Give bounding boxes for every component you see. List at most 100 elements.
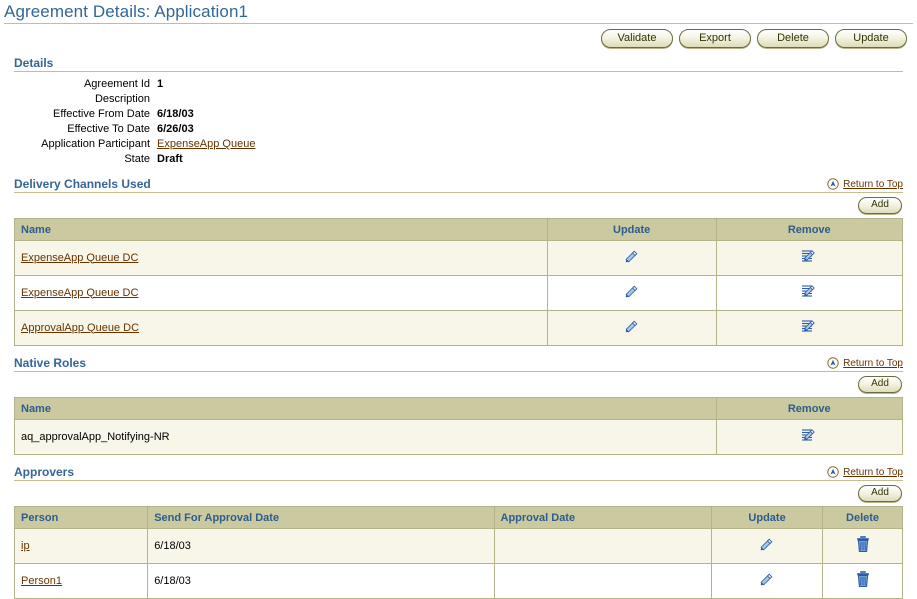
detail-row-description: Description	[14, 92, 903, 107]
cell-update	[547, 311, 716, 346]
return-to-top-native-roles[interactable]: Return to Top	[827, 357, 903, 370]
application-participant-link[interactable]: ExpenseApp Queue	[157, 137, 255, 152]
cell-update	[712, 529, 823, 564]
export-button[interactable]: Export	[679, 29, 751, 48]
delivery-channel-link[interactable]: ExpenseApp Queue DC	[21, 252, 138, 264]
cell-delete	[823, 564, 903, 599]
cell-update	[712, 564, 823, 599]
add-delivery-channel-button[interactable]: Add	[858, 197, 902, 214]
cell-person: ip	[15, 529, 148, 564]
table-row: ExpenseApp Queue DC	[15, 241, 903, 276]
return-to-top-link[interactable]: Return to Top	[843, 179, 903, 190]
delivery-channels-title: Delivery Channels Used	[14, 177, 151, 191]
trash-icon[interactable]	[855, 570, 871, 588]
return-to-top-link[interactable]: Return to Top	[843, 358, 903, 369]
page-header: Agreement Details: Application1	[0, 0, 917, 22]
column-header-delete: Delete	[823, 507, 903, 529]
cell-update	[547, 241, 716, 276]
approver-person-link[interactable]: Person1	[21, 575, 62, 587]
return-to-top-link[interactable]: Return to Top	[843, 467, 903, 478]
cell-delete	[823, 529, 903, 564]
native-roles-section-head: Native Roles Return to Top	[14, 356, 903, 370]
detail-label: Effective From Date	[14, 107, 157, 122]
cell-name: ExpenseApp Queue DC	[15, 241, 548, 276]
delivery-channel-link[interactable]: ExpenseApp Queue DC	[21, 287, 138, 299]
pencil-icon[interactable]	[622, 281, 642, 301]
cell-remove	[716, 276, 902, 311]
cell-update	[547, 276, 716, 311]
details-section-title: Details	[14, 56, 53, 70]
circled-up-arrow-icon	[827, 466, 839, 478]
edit-document-icon[interactable]	[799, 316, 819, 336]
cell-send-for-approval-date: 6/18/03	[148, 564, 494, 599]
detail-value: Draft	[157, 152, 183, 167]
add-native-role-button[interactable]: Add	[858, 376, 902, 393]
pencil-icon[interactable]	[622, 316, 642, 336]
circled-up-arrow-icon	[827, 178, 839, 190]
details-section: Details Agreement Id 1 Description Effec…	[14, 56, 903, 167]
update-button[interactable]: Update	[835, 29, 907, 48]
approvers-section-head: Approvers Return to Top	[14, 465, 903, 479]
edit-document-icon[interactable]	[799, 246, 819, 266]
cell-approval-date	[494, 564, 712, 599]
add-approver-button[interactable]: Add	[858, 485, 902, 502]
column-header-update: Update	[712, 507, 823, 529]
table-row: ip 6/18/03	[15, 529, 903, 564]
pencil-icon[interactable]	[757, 569, 777, 589]
native-roles-table: Name Remove aq_approvalApp_Notifying-NR	[14, 397, 903, 455]
native-roles-section: Native Roles Return to Top Add Name Remo…	[14, 356, 903, 455]
detail-row-effective-to-date: Effective To Date 6/26/03	[14, 122, 903, 137]
column-header-person: Person	[15, 507, 148, 529]
details-section-head: Details	[14, 56, 903, 70]
approvers-section: Approvers Return to Top Add Person Send …	[14, 465, 903, 599]
column-header-name: Name	[15, 398, 717, 420]
table-row: Person1 6/18/03	[15, 564, 903, 599]
detail-label: State	[14, 152, 157, 167]
delivery-channels-add-row: Add	[14, 193, 903, 218]
page-title: Agreement Details: Application1	[4, 2, 917, 22]
circled-up-arrow-icon	[827, 357, 839, 369]
cell-name: aq_approvalApp_Notifying-NR	[15, 420, 717, 455]
native-roles-add-row: Add	[14, 372, 903, 397]
detail-row-agreement-id: Agreement Id 1	[14, 77, 903, 92]
approver-person-link[interactable]: ip	[21, 540, 30, 552]
column-header-send-for-approval-date: Send For Approval Date	[148, 507, 494, 529]
detail-row-effective-from-date: Effective From Date 6/18/03	[14, 107, 903, 122]
validate-button[interactable]: Validate	[601, 29, 673, 48]
approvers-title: Approvers	[14, 465, 74, 479]
column-header-approval-date: Approval Date	[494, 507, 712, 529]
detail-row-state: State Draft	[14, 152, 903, 167]
detail-label: Effective To Date	[14, 122, 157, 137]
return-to-top-delivery-channels[interactable]: Return to Top	[827, 178, 903, 191]
detail-value: 6/26/03	[157, 122, 194, 137]
return-to-top-approvers[interactable]: Return to Top	[827, 466, 903, 479]
detail-label: Application Participant	[14, 137, 157, 152]
pencil-icon[interactable]	[757, 534, 777, 554]
table-row: ExpenseApp Queue DC	[15, 276, 903, 311]
detail-label: Description	[14, 92, 157, 107]
cell-name: ApprovalApp Queue DC	[15, 311, 548, 346]
detail-label: Agreement Id	[14, 77, 157, 92]
column-header-remove: Remove	[716, 219, 902, 241]
detail-row-application-participant: Application Participant ExpenseApp Queue	[14, 137, 903, 152]
delivery-channels-section-head: Delivery Channels Used Return to Top	[14, 177, 903, 191]
table-header-row: Name Update Remove	[15, 219, 903, 241]
delete-button[interactable]: Delete	[757, 29, 829, 48]
delivery-channels-table: Name Update Remove ExpenseApp Queue DC	[14, 218, 903, 346]
cell-name: ExpenseApp Queue DC	[15, 276, 548, 311]
column-header-remove: Remove	[716, 398, 902, 420]
table-header-row: Person Send For Approval Date Approval D…	[15, 507, 903, 529]
detail-value: 6/18/03	[157, 107, 194, 122]
edit-document-icon[interactable]	[799, 425, 819, 445]
cell-send-for-approval-date: 6/18/03	[148, 529, 494, 564]
cell-remove	[716, 311, 902, 346]
delivery-channel-link[interactable]: ApprovalApp Queue DC	[21, 322, 139, 334]
column-header-update: Update	[547, 219, 716, 241]
approvers-add-row: Add	[14, 481, 903, 506]
cell-person: Person1	[15, 564, 148, 599]
trash-icon[interactable]	[855, 535, 871, 553]
cell-approval-date	[494, 529, 712, 564]
global-action-buttons: Validate Export Delete Update	[0, 24, 917, 48]
pencil-icon[interactable]	[622, 246, 642, 266]
edit-document-icon[interactable]	[799, 281, 819, 301]
